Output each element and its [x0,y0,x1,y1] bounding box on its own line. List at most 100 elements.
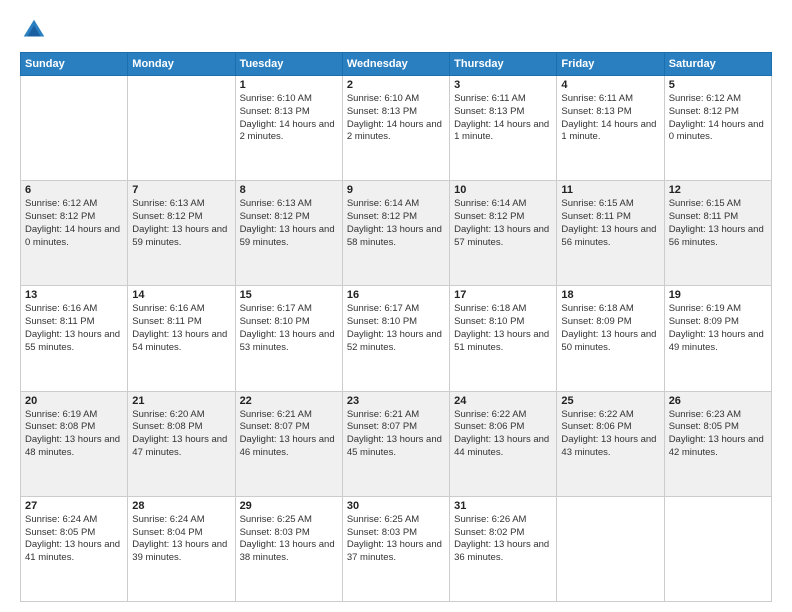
calendar-week-row: 1 Sunrise: 6:10 AM Sunset: 8:13 PM Daylig… [21,76,772,181]
calendar-cell: 23 Sunrise: 6:21 AM Sunset: 8:07 PM Dayli… [342,391,449,496]
cell-day-number: 22 [240,395,338,407]
calendar-cell [21,76,128,181]
cell-day-number: 24 [454,395,552,407]
calendar-cell [128,76,235,181]
cell-info: Sunrise: 6:19 AM Sunset: 8:08 PM Dayligh… [25,409,123,460]
cell-info: Sunrise: 6:14 AM Sunset: 8:12 PM Dayligh… [347,198,445,249]
calendar-week-row: 27 Sunrise: 6:24 AM Sunset: 8:05 PM Dayli… [21,496,772,601]
calendar-cell: 10Sunrise: 6:14 AM Sunset: 8:12 PM Dayli… [450,181,557,286]
calendar-header-sunday: Sunday [21,53,128,76]
calendar-header-row: SundayMondayTuesdayWednesdayThursdayFrid… [21,53,772,76]
cell-day-number: 11 [561,184,659,196]
cell-info: Sunrise: 6:25 AM Sunset: 8:03 PM Dayligh… [240,514,338,565]
cell-day-number: 20 [25,395,123,407]
cell-day-number: 5 [669,79,767,91]
calendar-cell: 13 Sunrise: 6:16 AM Sunset: 8:11 PM Dayli… [21,286,128,391]
cell-day-number: 12 [669,184,767,196]
calendar-cell: 30Sunrise: 6:25 AM Sunset: 8:03 PM Dayli… [342,496,449,601]
cell-info: Sunrise: 6:16 AM Sunset: 8:11 PM Dayligh… [132,303,230,354]
cell-info: Sunrise: 6:11 AM Sunset: 8:13 PM Dayligh… [561,93,659,144]
cell-info: Sunrise: 6:19 AM Sunset: 8:09 PM Dayligh… [669,303,767,354]
cell-day-number: 1 [240,79,338,91]
calendar-week-row: 13 Sunrise: 6:16 AM Sunset: 8:11 PM Dayli… [21,286,772,391]
calendar-cell: 17 Sunrise: 6:18 AM Sunset: 8:10 PM Dayli… [450,286,557,391]
cell-day-number: 25 [561,395,659,407]
calendar-cell: 16Sunrise: 6:17 AM Sunset: 8:10 PM Dayli… [342,286,449,391]
cell-day-number: 15 [240,289,338,301]
calendar-cell: 21Sunrise: 6:20 AM Sunset: 8:08 PM Dayli… [128,391,235,496]
cell-day-number: 23 [347,395,445,407]
calendar-cell: 22 Sunrise: 6:21 AM Sunset: 8:07 PM Dayli… [235,391,342,496]
cell-day-number: 6 [25,184,123,196]
calendar-cell: 7Sunrise: 6:13 AM Sunset: 8:12 PM Daylig… [128,181,235,286]
calendar-cell: 9 Sunrise: 6:14 AM Sunset: 8:12 PM Daylig… [342,181,449,286]
cell-info: Sunrise: 6:22 AM Sunset: 8:06 PM Dayligh… [454,409,552,460]
cell-day-number: 9 [347,184,445,196]
calendar-header-saturday: Saturday [664,53,771,76]
calendar-header-wednesday: Wednesday [342,53,449,76]
calendar-table: SundayMondayTuesdayWednesdayThursdayFrid… [20,52,772,602]
cell-info: Sunrise: 6:14 AM Sunset: 8:12 PM Dayligh… [454,198,552,249]
calendar-cell: 2 Sunrise: 6:10 AM Sunset: 8:13 PM Daylig… [342,76,449,181]
cell-info: Sunrise: 6:17 AM Sunset: 8:10 PM Dayligh… [240,303,338,354]
cell-info: Sunrise: 6:24 AM Sunset: 8:04 PM Dayligh… [132,514,230,565]
cell-day-number: 26 [669,395,767,407]
calendar-cell: 29 Sunrise: 6:25 AM Sunset: 8:03 PM Dayli… [235,496,342,601]
cell-info: Sunrise: 6:10 AM Sunset: 8:13 PM Dayligh… [347,93,445,144]
calendar-cell: 1 Sunrise: 6:10 AM Sunset: 8:13 PM Daylig… [235,76,342,181]
calendar-cell: 8 Sunrise: 6:13 AM Sunset: 8:12 PM Daylig… [235,181,342,286]
calendar-cell: 18Sunrise: 6:18 AM Sunset: 8:09 PM Dayli… [557,286,664,391]
cell-info: Sunrise: 6:17 AM Sunset: 8:10 PM Dayligh… [347,303,445,354]
cell-info: Sunrise: 6:21 AM Sunset: 8:07 PM Dayligh… [347,409,445,460]
calendar-cell: 26Sunrise: 6:23 AM Sunset: 8:05 PM Dayli… [664,391,771,496]
calendar-header-thursday: Thursday [450,53,557,76]
logo [20,16,52,44]
cell-day-number: 2 [347,79,445,91]
cell-day-number: 19 [669,289,767,301]
calendar-cell: 27 Sunrise: 6:24 AM Sunset: 8:05 PM Dayli… [21,496,128,601]
calendar-cell: 15 Sunrise: 6:17 AM Sunset: 8:10 PM Dayli… [235,286,342,391]
cell-day-number: 31 [454,500,552,512]
calendar-cell: 28 Sunrise: 6:24 AM Sunset: 8:04 PM Dayli… [128,496,235,601]
calendar-cell: 31 Sunrise: 6:26 AM Sunset: 8:02 PM Dayli… [450,496,557,601]
cell-day-number: 21 [132,395,230,407]
cell-info: Sunrise: 6:15 AM Sunset: 8:11 PM Dayligh… [561,198,659,249]
cell-info: Sunrise: 6:22 AM Sunset: 8:06 PM Dayligh… [561,409,659,460]
cell-info: Sunrise: 6:11 AM Sunset: 8:13 PM Dayligh… [454,93,552,144]
cell-day-number: 28 [132,500,230,512]
cell-day-number: 17 [454,289,552,301]
calendar-cell: 24 Sunrise: 6:22 AM Sunset: 8:06 PM Dayli… [450,391,557,496]
cell-info: Sunrise: 6:10 AM Sunset: 8:13 PM Dayligh… [240,93,338,144]
calendar-cell: 12 Sunrise: 6:15 AM Sunset: 8:11 PM Dayli… [664,181,771,286]
calendar-week-row: 6 Sunrise: 6:12 AM Sunset: 8:12 PM Daylig… [21,181,772,286]
cell-info: Sunrise: 6:26 AM Sunset: 8:02 PM Dayligh… [454,514,552,565]
cell-day-number: 27 [25,500,123,512]
calendar-cell [664,496,771,601]
calendar-cell: 11 Sunrise: 6:15 AM Sunset: 8:11 PM Dayli… [557,181,664,286]
calendar-cell: 4 Sunrise: 6:11 AM Sunset: 8:13 PM Daylig… [557,76,664,181]
calendar-cell: 14Sunrise: 6:16 AM Sunset: 8:11 PM Dayli… [128,286,235,391]
calendar-cell: 6 Sunrise: 6:12 AM Sunset: 8:12 PM Daylig… [21,181,128,286]
cell-day-number: 18 [561,289,659,301]
cell-info: Sunrise: 6:24 AM Sunset: 8:05 PM Dayligh… [25,514,123,565]
cell-info: Sunrise: 6:25 AM Sunset: 8:03 PM Dayligh… [347,514,445,565]
cell-info: Sunrise: 6:12 AM Sunset: 8:12 PM Dayligh… [25,198,123,249]
calendar-header-monday: Monday [128,53,235,76]
cell-info: Sunrise: 6:18 AM Sunset: 8:10 PM Dayligh… [454,303,552,354]
cell-day-number: 4 [561,79,659,91]
cell-day-number: 8 [240,184,338,196]
cell-day-number: 29 [240,500,338,512]
cell-info: Sunrise: 6:13 AM Sunset: 8:12 PM Dayligh… [240,198,338,249]
calendar-cell: 25 Sunrise: 6:22 AM Sunset: 8:06 PM Dayli… [557,391,664,496]
cell-day-number: 3 [454,79,552,91]
cell-info: Sunrise: 6:15 AM Sunset: 8:11 PM Dayligh… [669,198,767,249]
calendar-cell [557,496,664,601]
cell-day-number: 13 [25,289,123,301]
cell-info: Sunrise: 6:16 AM Sunset: 8:11 PM Dayligh… [25,303,123,354]
calendar-cell: 20 Sunrise: 6:19 AM Sunset: 8:08 PM Dayli… [21,391,128,496]
calendar-week-row: 20 Sunrise: 6:19 AM Sunset: 8:08 PM Dayli… [21,391,772,496]
calendar-header-friday: Friday [557,53,664,76]
cell-info: Sunrise: 6:21 AM Sunset: 8:07 PM Dayligh… [240,409,338,460]
calendar-cell: 5Sunrise: 6:12 AM Sunset: 8:12 PM Daylig… [664,76,771,181]
logo-icon [20,16,48,44]
